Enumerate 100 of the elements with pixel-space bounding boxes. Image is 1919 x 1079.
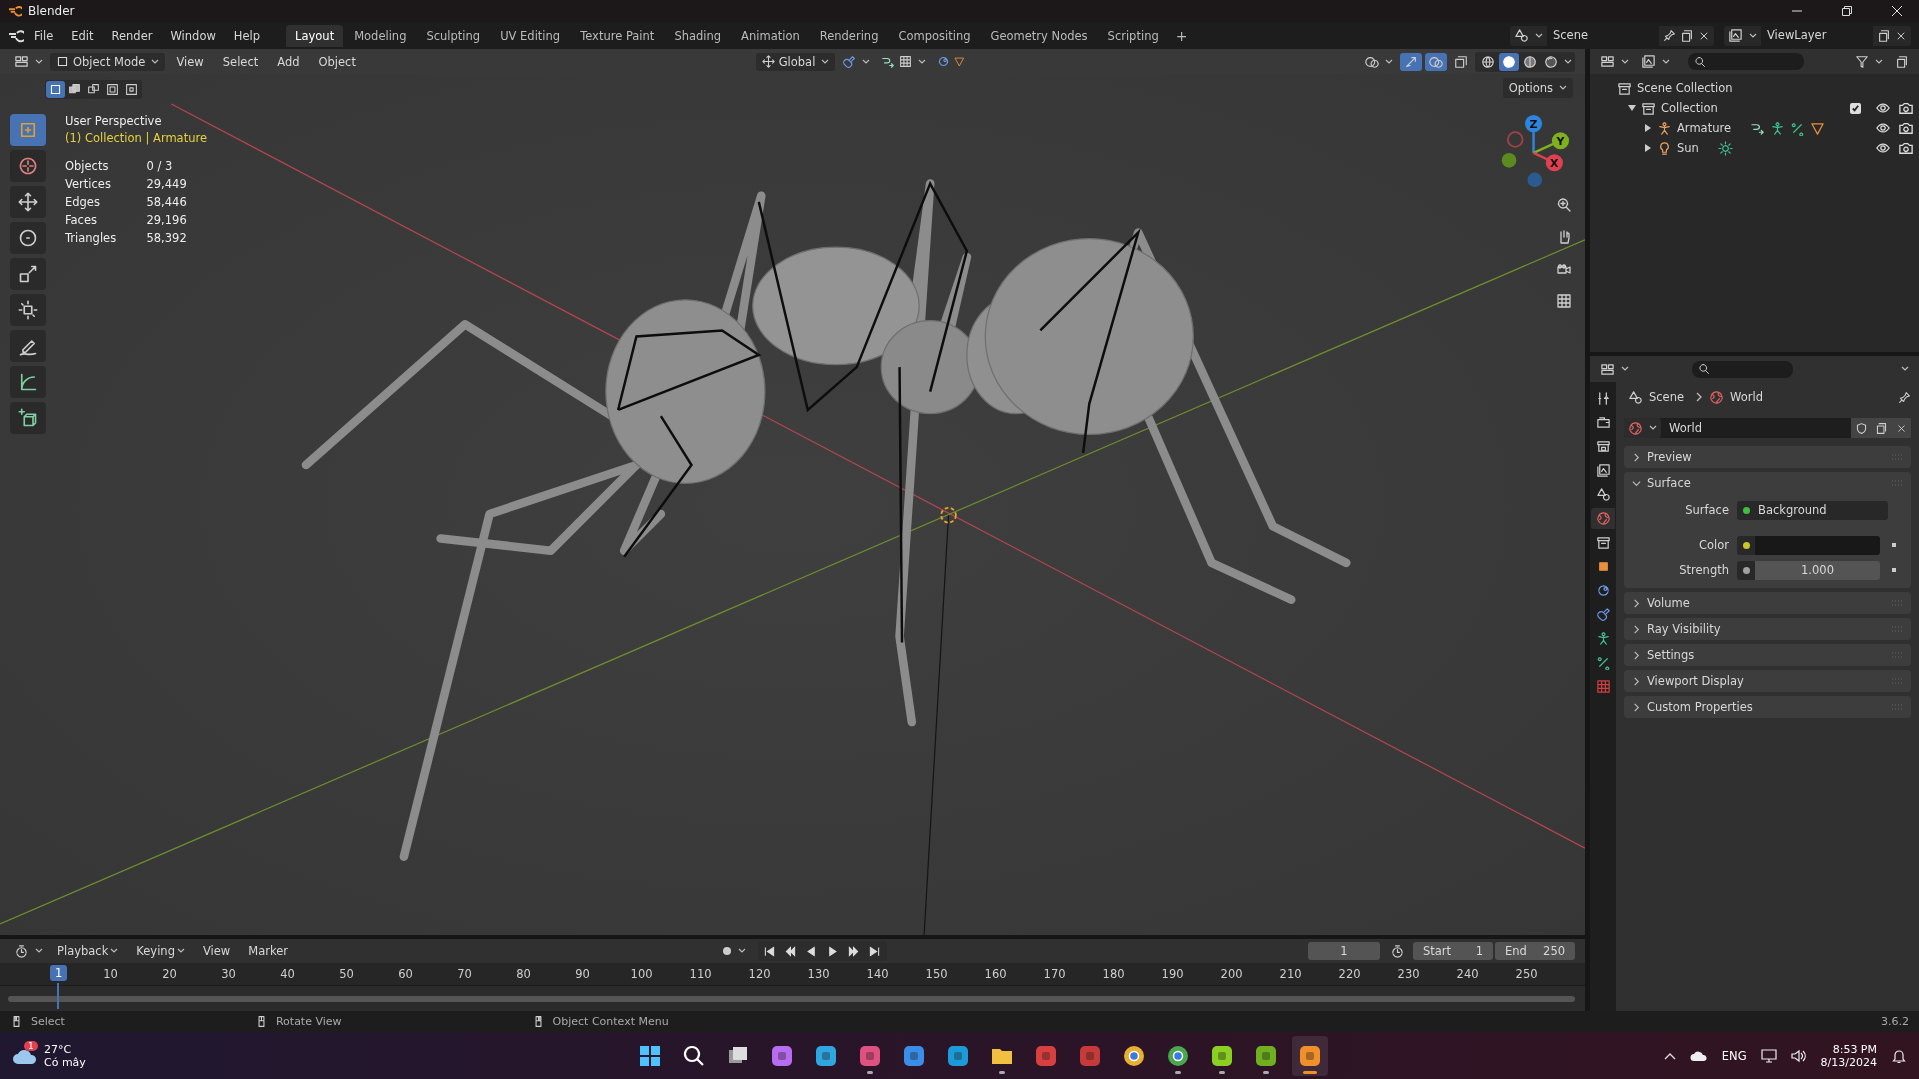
outliner-item-label[interactable]: Scene Collection xyxy=(1637,81,1733,95)
frame-number: 10 xyxy=(103,967,118,981)
workspace-tab[interactable]: UV Editing xyxy=(491,24,570,47)
menu-item[interactable]: View xyxy=(168,51,212,72)
menu-item[interactable]: Playback xyxy=(49,941,127,961)
field-label: Surface xyxy=(1684,503,1730,517)
frame-number: 210 xyxy=(1279,967,1302,981)
status-hint: Select xyxy=(31,1015,65,1028)
panel-header[interactable]: Settings xyxy=(1624,644,1911,666)
frame-number: 70 xyxy=(457,967,472,981)
menu-item[interactable]: Add xyxy=(269,51,308,72)
frame-number: 220 xyxy=(1338,967,1361,981)
menu-item[interactable]: Object xyxy=(310,51,364,72)
view-name: User Perspective xyxy=(65,114,163,128)
options-dropdown[interactable]: Options xyxy=(1502,78,1573,98)
stat-value: 29,449 xyxy=(146,177,188,191)
menu-item[interactable]: Keying xyxy=(128,941,193,961)
panel-title: Viewport Display xyxy=(1647,674,1744,688)
outliner-item-label[interactable]: Armature xyxy=(1677,121,1731,135)
status-hint: Object Context Menu xyxy=(552,1015,669,1028)
weather-condition: Có mây xyxy=(44,1055,86,1069)
frame-number: 160 xyxy=(984,967,1007,981)
panel-header[interactable]: Preview xyxy=(1624,446,1911,468)
panel-title: Settings xyxy=(1647,648,1695,662)
panel-header[interactable]: Volume xyxy=(1624,592,1911,614)
playhead-frame[interactable]: 1 xyxy=(50,965,68,981)
frame-number: 50 xyxy=(339,967,354,981)
clock-date[interactable]: 8/13/2024 xyxy=(1820,1055,1877,1069)
menu-item[interactable]: Render xyxy=(103,25,161,46)
frame-number: 250 xyxy=(1515,967,1538,981)
view-layer-name[interactable]: ViewLayer xyxy=(1761,25,1873,46)
field-value: 1 xyxy=(1475,944,1483,958)
field-label: Start xyxy=(1423,944,1452,958)
field-value: 250 xyxy=(1543,944,1565,958)
frame-number: 20 xyxy=(162,967,177,981)
add-workspace-button[interactable]: + xyxy=(1169,24,1194,47)
workspace-tab[interactable]: Layout xyxy=(286,24,344,47)
menu-item[interactable]: Marker xyxy=(240,941,296,961)
stat-label: Faces xyxy=(65,213,98,227)
breadcrumb-item: Scene xyxy=(1649,390,1685,404)
field-label: End xyxy=(1505,944,1527,958)
outliner-item-label[interactable]: Sun xyxy=(1677,141,1699,155)
menu-item[interactable]: Window xyxy=(162,25,224,46)
menu-item[interactable]: View xyxy=(194,941,239,961)
breadcrumb-item: World xyxy=(1730,390,1764,404)
menu-item[interactable]: Select xyxy=(214,51,267,72)
outliner-item-label[interactable]: Collection xyxy=(1661,101,1718,115)
frame-number: 240 xyxy=(1456,967,1479,981)
language-indicator[interactable]: ENG xyxy=(1721,1048,1747,1063)
frame-number: 150 xyxy=(925,967,948,981)
shader-field[interactable]: Background xyxy=(1737,500,1888,520)
temperature: 27°C xyxy=(44,1042,73,1056)
scene-name[interactable]: Scene xyxy=(1547,25,1659,46)
notification-badge: 1 xyxy=(24,1040,38,1051)
frame-number: 200 xyxy=(1220,967,1243,981)
workspace-tab[interactable]: Compositing xyxy=(889,24,980,47)
panel-title: Volume xyxy=(1647,596,1690,610)
workspace-tab[interactable]: Rendering xyxy=(810,24,888,47)
view-layer-selector[interactable]: ViewLayer xyxy=(1724,25,1911,46)
panel-header[interactable]: Custom Properties xyxy=(1624,696,1911,718)
stat-value: 29,196 xyxy=(146,213,188,227)
workspace-tab[interactable]: Shading xyxy=(665,24,731,47)
frame-number: 110 xyxy=(689,967,712,981)
end-frame-field[interactable]: End 250 xyxy=(1495,942,1575,960)
menu-item[interactable]: Help xyxy=(225,25,269,46)
active-context: (1) Collection | Armature xyxy=(65,131,207,145)
navigation-gizmo[interactable]: Z Y X xyxy=(1501,115,1570,188)
panel-header[interactable]: Viewport Display xyxy=(1624,670,1911,692)
panel-title: Preview xyxy=(1647,450,1692,464)
frame-number: 80 xyxy=(516,967,531,981)
number-field[interactable]: 1.000 xyxy=(1755,560,1880,580)
current-frame-field[interactable]: 1 xyxy=(1308,942,1380,960)
stat-label: Objects xyxy=(65,159,110,173)
frame-number: 140 xyxy=(866,967,889,981)
mode-dropdown[interactable]: Object Mode xyxy=(50,52,166,71)
start-frame-field[interactable]: Start 1 xyxy=(1413,942,1493,960)
menu-item[interactable]: Edit xyxy=(63,25,102,46)
frame-number: 90 xyxy=(575,967,590,981)
workspace-tab[interactable]: Scripting xyxy=(1098,24,1168,47)
window-title: Blender xyxy=(28,4,75,18)
stat-value: 58,446 xyxy=(146,195,188,209)
workspace-tab[interactable]: Modeling xyxy=(345,24,416,47)
frame-number: 100 xyxy=(630,967,653,981)
field-label: Color xyxy=(1697,538,1730,552)
scene-selector[interactable]: Scene xyxy=(1510,25,1714,46)
panel-header[interactable]: Ray Visibility xyxy=(1624,618,1911,640)
panel-title: Surface xyxy=(1647,476,1691,490)
orientation-dropdown[interactable]: Global xyxy=(755,52,836,71)
frame-number: 180 xyxy=(1102,967,1125,981)
frame-number: 190 xyxy=(1161,967,1184,981)
panel-title: Ray Visibility xyxy=(1647,622,1721,636)
workspace-tab[interactable]: Texture Paint xyxy=(571,24,664,47)
workspace-tab[interactable]: Sculpting xyxy=(417,24,490,47)
frame-number: 230 xyxy=(1397,967,1420,981)
menu-item[interactable]: File xyxy=(26,25,62,46)
panel-header[interactable]: Surface xyxy=(1624,472,1911,494)
workspace-tab[interactable]: Geometry Nodes xyxy=(981,24,1097,47)
clock-time[interactable]: 8:53 PM xyxy=(1832,1042,1877,1056)
field-label: Strength xyxy=(1678,563,1730,577)
workspace-tab[interactable]: Animation xyxy=(732,24,809,47)
